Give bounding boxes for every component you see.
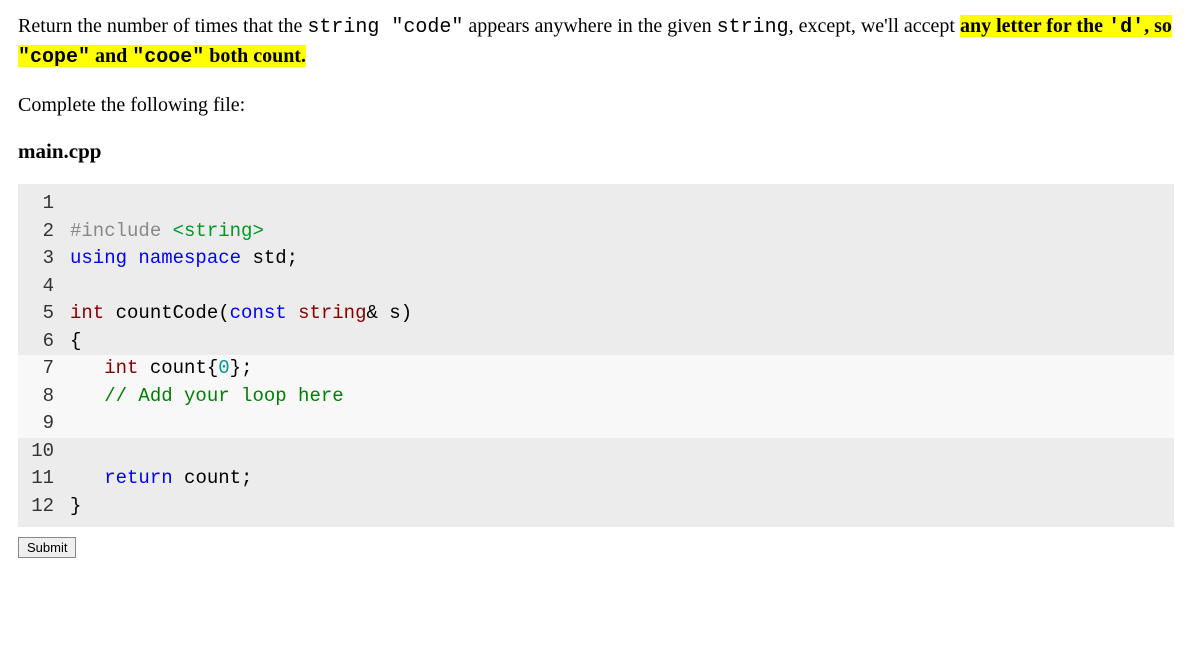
line-number: 10: [18, 438, 70, 466]
line-number: 6: [18, 328, 70, 356]
code-line-editable[interactable]: 7 int count{0};: [18, 355, 1174, 383]
code-line: 6 {: [18, 328, 1174, 356]
code-line-editable[interactable]: 9: [18, 410, 1174, 438]
code-content: }: [70, 493, 81, 521]
code-line-editable[interactable]: 8 // Add your loop here: [18, 383, 1174, 411]
instruction-text: Complete the following file:: [18, 94, 1174, 117]
problem-statement: Return the number of times that the stri…: [18, 12, 1174, 72]
code-content: int countCode(const string& s): [70, 300, 412, 328]
code-editor: 1 2 #include <string> 3 using namespace …: [18, 184, 1174, 527]
code-line: 5 int countCode(const string& s): [18, 300, 1174, 328]
line-number: 9: [18, 410, 70, 438]
code-line: 1: [18, 190, 1174, 218]
text: , except, we'll accept: [789, 15, 960, 37]
code-content: using namespace std;: [70, 245, 298, 273]
code-line: 10: [18, 438, 1174, 466]
filename-heading: main.cpp: [18, 139, 1174, 164]
code-literal: string: [717, 16, 789, 39]
code-content: // Add your loop here: [70, 383, 344, 411]
line-number: 4: [18, 273, 70, 301]
code-line: 3 using namespace std;: [18, 245, 1174, 273]
line-number: 3: [18, 245, 70, 273]
code-line: 11 return count;: [18, 465, 1174, 493]
line-number: 1: [18, 190, 70, 218]
code-line: 2 #include <string>: [18, 218, 1174, 246]
line-number: 11: [18, 465, 70, 493]
code-literal: string "code": [307, 16, 463, 39]
line-number: 12: [18, 493, 70, 521]
code-line: 4: [18, 273, 1174, 301]
code-content: #include <string>: [70, 218, 264, 246]
submit-button[interactable]: Submit: [18, 537, 76, 558]
text: appears anywhere in the given: [463, 15, 716, 37]
line-number: 5: [18, 300, 70, 328]
line-number: 8: [18, 383, 70, 411]
line-number: 2: [18, 218, 70, 246]
line-number: 7: [18, 355, 70, 383]
text: Return the number of times that the: [18, 15, 307, 37]
code-line: 12 }: [18, 493, 1174, 521]
code-content: {: [70, 328, 81, 356]
code-content: int count{0};: [70, 355, 252, 383]
code-content: return count;: [70, 465, 252, 493]
